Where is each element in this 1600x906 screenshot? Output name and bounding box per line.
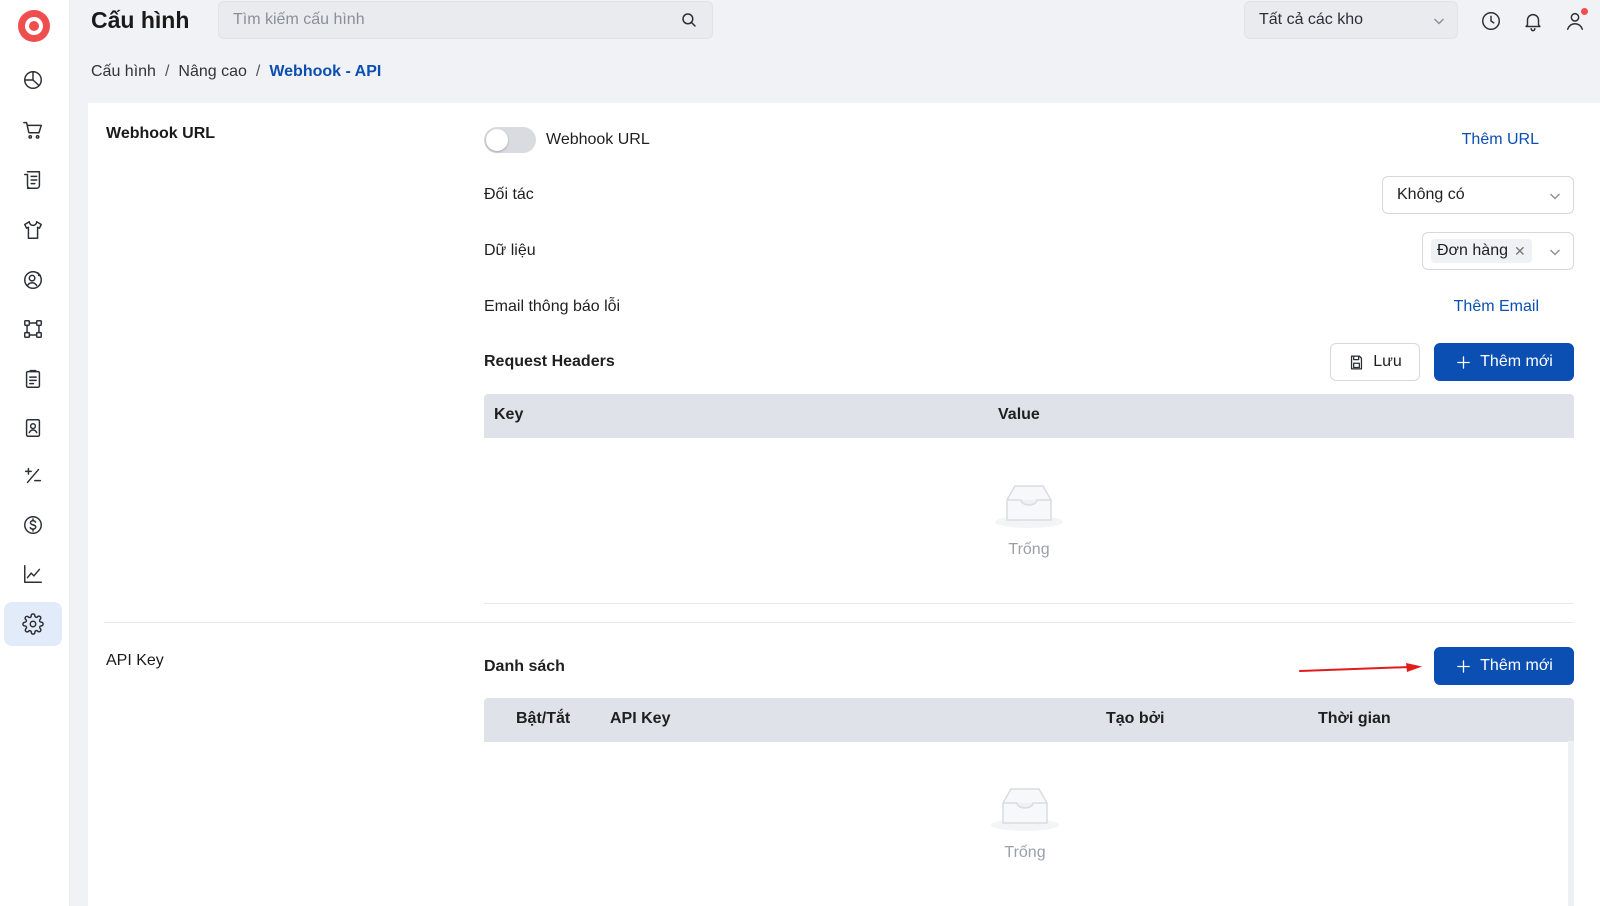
webhook-toggle-label: Webhook URL (546, 131, 650, 148)
plus-minus-icon (24, 467, 42, 484)
breadcrumb-item-current: Webhook - API (269, 63, 382, 80)
app-logo[interactable] (18, 10, 50, 42)
headers-table-bottom (484, 603, 1574, 604)
gear-icon (22, 613, 44, 635)
receipt-icon (24, 171, 41, 189)
chevron-down-icon (1550, 249, 1560, 256)
search-box[interactable] (218, 1, 713, 39)
column-time: Thời gian (1318, 710, 1391, 727)
breadcrumb: Cấu hình / Nâng cao / Webhook - API (91, 63, 381, 81)
headers-empty-text: Trống (1008, 541, 1050, 558)
save-button[interactable]: Lưu (1330, 343, 1420, 381)
sidebar-item-tasks[interactable] (4, 357, 62, 401)
api-key-list-title: Danh sách (484, 658, 565, 675)
remove-tag-icon[interactable]: ✕ (1514, 243, 1526, 260)
column-value: Value (998, 406, 1040, 423)
chevron-down-icon (1550, 193, 1560, 200)
breadcrumb-separator: / (255, 63, 261, 80)
chevron-down-icon (1434, 18, 1444, 25)
clipboard-icon (25, 369, 41, 388)
contact-card-icon (25, 419, 41, 437)
breadcrumb-separator: / (164, 63, 170, 80)
add-email-link[interactable]: Thêm Email (1454, 298, 1539, 316)
sidebar-item-orders[interactable] (4, 108, 62, 152)
sidebar-item-products[interactable] (4, 208, 62, 252)
sidebar-item-invoices[interactable] (4, 158, 62, 202)
partner-label: Đối tác (484, 186, 534, 203)
search-icon[interactable] (680, 11, 698, 29)
content-panel: Webhook URL Webhook URL Thêm URL Đối tác… (88, 103, 1600, 906)
error-email-label: Email thông báo lỗi (484, 298, 621, 315)
sidebar-item-settings[interactable] (4, 602, 62, 646)
data-tag-label: Đơn hàng (1437, 242, 1508, 259)
search-input[interactable] (219, 2, 649, 38)
breadcrumb-item-advanced[interactable]: Nâng cao (178, 63, 247, 81)
pie-chart-icon (24, 71, 42, 89)
empty-inbox-icon (991, 788, 1059, 831)
sidebar-item-integrations[interactable] (4, 307, 62, 351)
request-headers-title: Request Headers (484, 353, 615, 370)
column-key: Key (494, 406, 524, 423)
add-api-key-button-label: Thêm mới (1480, 657, 1553, 674)
sidebar-item-finance[interactable] (4, 503, 62, 547)
webhook-toggle[interactable] (484, 127, 536, 153)
data-select[interactable]: Đơn hàng ✕ (1422, 232, 1574, 270)
cart-icon (23, 121, 42, 139)
plus-icon (1457, 659, 1470, 673)
api-key-empty-state: Trống (965, 781, 1085, 862)
sidebar-item-dashboard[interactable] (4, 58, 62, 102)
page-title: Cấu hình (91, 7, 190, 33)
section-divider (104, 622, 1574, 623)
sidebar-item-reports[interactable] (4, 552, 62, 596)
nodes-icon (24, 320, 42, 338)
line-chart-icon (24, 565, 42, 583)
column-toggle: Bật/Tắt (516, 710, 571, 727)
sidebar (0, 0, 70, 906)
history-button[interactable] (1478, 8, 1504, 34)
headers-empty-state: Trống (969, 478, 1089, 559)
add-header-button-label: Thêm mới (1480, 353, 1553, 370)
headers-table-header: Key Value (484, 394, 1574, 438)
bell-icon (1525, 13, 1541, 32)
partner-select[interactable]: Không có (1382, 176, 1574, 214)
api-key-section-title: API Key (106, 652, 164, 669)
partner-select-value: Không có (1397, 186, 1465, 203)
user-menu-button[interactable] (1562, 8, 1588, 34)
warehouse-select-value: Tất cả các kho (1259, 11, 1364, 28)
sidebar-item-calculations[interactable] (4, 454, 62, 498)
breadcrumb-item-config[interactable]: Cấu hình (91, 63, 156, 81)
api-key-table-scrollbar[interactable] (1568, 741, 1574, 906)
clock-icon (1482, 12, 1500, 30)
dollar-icon (24, 516, 42, 534)
column-api-key: API Key (610, 710, 671, 727)
api-key-empty-text: Trống (1004, 844, 1046, 861)
add-api-key-button[interactable]: Thêm mới (1434, 647, 1574, 685)
notification-dot (1581, 8, 1588, 15)
annotation-arrow-icon (1299, 663, 1422, 672)
plus-icon (1457, 355, 1470, 369)
user-settings-icon (24, 271, 42, 289)
sidebar-item-contacts[interactable] (4, 406, 62, 450)
column-created-by: Tạo bởi (1106, 710, 1165, 727)
save-icon (1351, 354, 1363, 370)
api-key-table-header: Bật/Tắt API Key Tạo bởi Thời gian (484, 698, 1574, 742)
shirt-icon (24, 221, 42, 239)
notifications-button[interactable] (1520, 8, 1546, 34)
add-header-button[interactable]: Thêm mới (1434, 343, 1574, 381)
save-button-label: Lưu (1373, 353, 1402, 370)
data-label: Dữ liệu (484, 242, 536, 259)
empty-inbox-icon (995, 485, 1063, 528)
data-tag: Đơn hàng ✕ (1431, 239, 1532, 263)
webhook-section-title: Webhook URL (106, 125, 216, 142)
add-url-link[interactable]: Thêm URL (1462, 131, 1539, 149)
sidebar-item-customers[interactable] (4, 258, 62, 302)
warehouse-select[interactable]: Tất cả các kho (1244, 1, 1458, 39)
